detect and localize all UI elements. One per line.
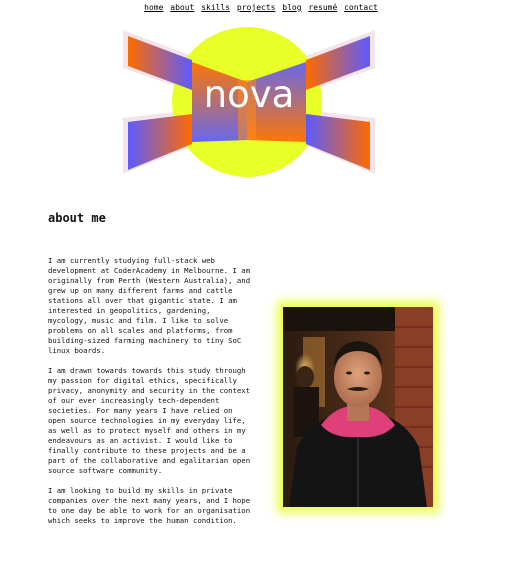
top-nav: home about skills projects blog resumé c… bbox=[0, 3, 522, 12]
nav-link-about[interactable]: about bbox=[170, 3, 194, 12]
profile-photo bbox=[283, 307, 433, 507]
profile-photo-image bbox=[283, 307, 433, 507]
about-paragraph: I am looking to build my skills in priva… bbox=[48, 486, 251, 525]
nav-link-blog[interactable]: blog bbox=[282, 3, 301, 12]
nav-link-projects[interactable]: projects bbox=[237, 3, 276, 12]
logo-text: nova bbox=[203, 73, 295, 116]
nav-link-resume[interactable]: resumé bbox=[308, 3, 337, 12]
about-paragraph: I am drawn towards towards this study th… bbox=[48, 366, 251, 475]
about-text: I am currently studying full-stack web d… bbox=[48, 256, 253, 536]
about-paragraph: I am currently studying full-stack web d… bbox=[48, 256, 251, 355]
nav-link-contact[interactable]: contact bbox=[344, 3, 378, 12]
nav-link-skills[interactable]: skills bbox=[201, 3, 230, 12]
nova-logo: nova bbox=[120, 22, 378, 182]
about-heading: about me bbox=[48, 211, 106, 225]
nav-link-home[interactable]: home bbox=[144, 3, 163, 12]
